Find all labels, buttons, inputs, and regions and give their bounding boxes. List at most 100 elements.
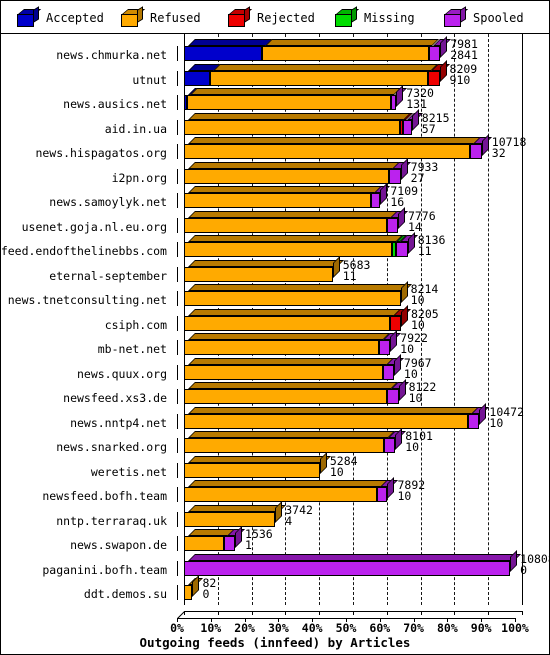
bar-segment-refused [184,291,401,306]
bar-segment-top-face [187,333,390,340]
category-label: utnut [132,72,167,87]
bar-segment-refused [184,536,224,551]
bar-segment-refused [184,389,388,404]
category-label: paganini.bofh.team [42,562,167,577]
bar-segment-rejected [389,315,401,331]
bar-value-labels: 5683 11 [343,259,371,282]
row-axis-tick [177,585,178,600]
bar-value-secondary: 10 [329,464,344,479]
bar-row: 10718 32 [177,133,549,159]
bar-segment-spooled [379,340,391,355]
bar-row: 7933 27 [177,158,549,184]
category-label: news.swapon.de [70,538,167,552]
x-axis-label: 100% [501,621,529,635]
bar-value-secondary: 10 [397,489,412,503]
bar-value-secondary: 10 [489,415,504,430]
bar-value-secondary: 11 [417,244,432,258]
bar-row: 7320 131 [177,84,549,110]
bar-segment-spooled [388,168,401,184]
bar-value-labels: 7776 14 [408,210,436,233]
bar-segment-refused [184,364,383,380]
bar-segment-refused [184,487,377,502]
row-axis-tick [177,242,178,257]
bar-segment-spooled [384,438,396,453]
bar-row: 8205 10 [177,305,549,331]
x-axis-tick-upper [420,611,422,615]
bar-segment-rejected [427,70,440,86]
bar-segment-top-face [187,431,395,438]
legend-item-spooled: Spooled [444,5,524,30]
bar-value-secondary: 10 [400,342,415,356]
bar-value-labels: 1536 1 [245,528,273,551]
cube-front-face [17,13,34,27]
row-axis-tick [177,315,178,331]
bar-segment-refused [184,119,400,135]
bar-value-secondary: 0 [202,587,210,601]
bar-value-secondary: 10 [410,293,425,307]
bar-row: 7922 10 [177,329,549,356]
bar-segment-refused [184,315,390,331]
cube-icon-rejected [228,5,253,27]
bar-value-labels: 10718 32 [492,136,527,159]
category-label: newsfeed.bofh.team [42,489,167,503]
bar-value-labels: 8136 11 [417,234,446,258]
bar-value-labels: 8214 10 [410,283,439,307]
bar-row: 8122 10 [177,378,549,404]
bar-row: 108080 [177,550,549,576]
bar-row: 7776 14 [177,207,549,233]
category-label: news.nntp4.net [70,415,167,430]
category-label: usenet.goja.nl.eu.org [21,219,167,234]
row-axis-tick [177,462,178,478]
row-axis-tick [177,119,178,135]
bar-row: 8209 910 [177,60,549,87]
bar-segment-refused [184,168,389,184]
legend-label: Rejected [257,11,315,25]
bar-segment-refused [184,462,320,478]
bar-segment-spooled [429,46,441,61]
bar-segment-refused [184,413,468,429]
bar-row: 8214 10 [177,280,549,307]
bar-row: 3742 4 [177,501,549,527]
row-axis-tick [177,438,178,453]
row-axis-tick [177,217,178,233]
bar-segment-top-face [187,186,382,193]
bar-segment-refused [186,95,392,110]
bar-segment-spooled [184,560,511,576]
bar-segment-refused [184,340,380,355]
bar-segment-refused [184,266,333,282]
bar-segment-refused [184,242,393,257]
bar-value-labels: 7892 10 [397,479,425,503]
bar-value-labels: 8101 10 [405,430,433,453]
bar-value-secondary: 910 [449,72,471,87]
bar-row: 7981 2841 [177,35,549,61]
bar-segment-top-face [187,284,412,291]
category-label: csiph.com [104,317,167,332]
bar-segment-refused [184,144,470,159]
row-axis-tick [177,168,178,184]
bar-row: 5284 10 [177,452,549,479]
legend-item-rejected: Rejected [228,5,315,30]
bar-row: 5683 11 [177,256,549,282]
x-axis-tick-upper [217,611,219,615]
bar-segment-top-face [187,137,481,144]
bar-segment-top-face [187,161,400,169]
x-axis-tick-upper [319,611,321,615]
x-axis-tick-upper [522,611,523,615]
bar-value-labels: 8209 910 [449,63,478,87]
bar-value-labels: 8205 10 [411,308,439,331]
row-axis-tick [177,291,178,306]
bar-segment-top-face [187,210,398,218]
bar-segment-refused [184,217,387,233]
bar-segment-spooled [387,389,399,404]
x-axis-tick-upper [184,611,185,615]
bar-value-labels: 10472 10 [489,406,524,430]
bar-row: 1536 1 [177,525,549,551]
bar-segment-accepted [184,70,210,86]
bar-segment-accepted [184,46,262,61]
category-label: nntp.terraraq.uk [56,513,167,528]
bar-segment-top-face [187,39,273,46]
bar-value-labels: 82 0 [202,577,216,601]
category-label: news.chmurka.net [56,48,167,62]
row-axis-tick [177,193,178,208]
bar-segment-top-face [187,504,286,512]
